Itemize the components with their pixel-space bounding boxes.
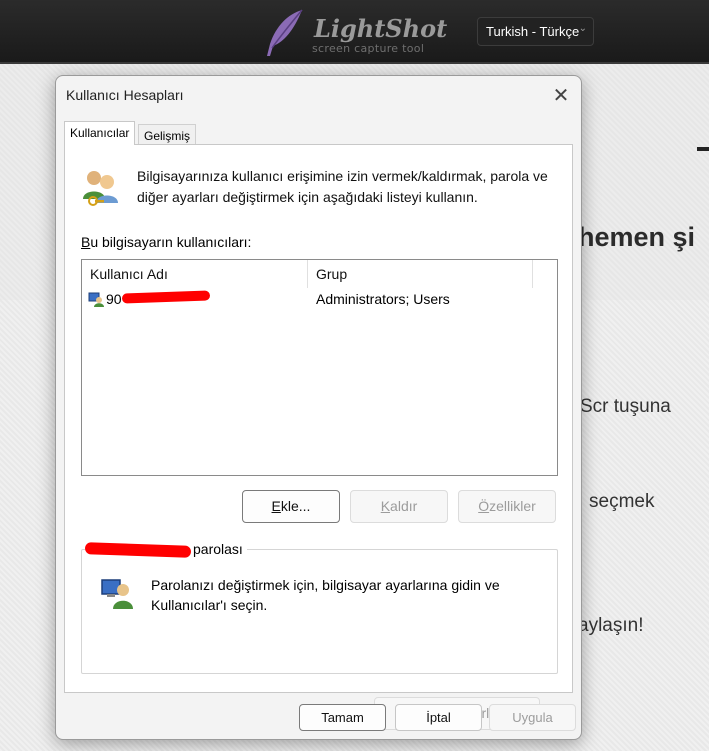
- remove-button-accel: K: [380, 498, 391, 514]
- users-icon: [83, 171, 118, 206]
- cancel-button[interactable]: İptal: [395, 704, 482, 731]
- site-text-fragment: seçmek: [589, 491, 655, 512]
- users-list-label: Bu bilgisayarın kullanıcıları:: [81, 234, 251, 250]
- close-icon[interactable]: ✕: [546, 82, 576, 108]
- user-name: 90: [106, 291, 122, 307]
- users-tab-panel: Bilgisayarınıza kullanıcı erişimine izin…: [64, 144, 573, 730]
- redaction-mark: [121, 290, 211, 304]
- site-text-fragment: Scr tuşuna: [580, 396, 671, 417]
- redaction-mark: [84, 542, 192, 559]
- properties-button-accel: Ö: [478, 498, 490, 514]
- apply-button[interactable]: Uygula: [489, 704, 576, 731]
- column-header-username[interactable]: Kullanıcı Adı: [82, 260, 308, 288]
- user-accounts-dialog: Kullanıcı Hesapları ✕ Kullanıcılar Geliş…: [55, 75, 582, 740]
- users-list[interactable]: Kullanıcı Adı Grup 90 Administrators; Us…: [81, 259, 558, 476]
- password-legend-text: parolası: [193, 541, 243, 557]
- properties-button[interactable]: Özellikler: [458, 490, 556, 523]
- feather-icon: [267, 9, 303, 56]
- chevron-down-icon: ⌄: [578, 23, 587, 34]
- site-header: LightShot screen capture tool Turkish - …: [0, 0, 709, 64]
- remove-user-button[interactable]: Kaldır: [350, 490, 448, 523]
- intro-text: Bilgisayarınıza kullanıcı erişimine izin…: [137, 168, 548, 205]
- user-computer-icon: [101, 579, 133, 609]
- lightshot-logo[interactable]: LightShot screen capture tool: [262, 8, 447, 58]
- user-account-icon: [88, 292, 104, 307]
- table-row[interactable]: 90 Administrators; Users: [82, 288, 557, 310]
- site-text-fragment: aylaşın!: [578, 615, 644, 636]
- tab-advanced[interactable]: Gelişmiş: [138, 124, 197, 146]
- dialog-title: Kullanıcı Hesapları: [66, 87, 184, 103]
- list-label-text: u bilgisayarın kullanıcıları:: [90, 234, 252, 250]
- password-group-legend: parolası: [84, 541, 247, 559]
- user-group: Administrators; Users: [316, 291, 450, 307]
- column-header-group[interactable]: Grup: [308, 260, 533, 288]
- logo-tagline: screen capture tool: [312, 42, 425, 55]
- password-help-text: Parolanızı değiştirmek için, bilgisayar …: [151, 577, 500, 613]
- language-select[interactable]: Turkish - Türkçe ⌄: [477, 17, 594, 46]
- list-label-accel: B: [81, 234, 91, 250]
- add-button-label: kle...: [280, 498, 311, 514]
- tab-users[interactable]: Kullanıcılar: [64, 121, 136, 145]
- logo-name: LightShot: [314, 14, 448, 43]
- add-button-accel: E: [271, 498, 281, 514]
- language-select-value: Turkish - Türkçe: [486, 24, 580, 39]
- properties-button-label: zellikler: [489, 498, 536, 514]
- site-decoration: [697, 147, 709, 151]
- remove-button-label: aldır: [390, 498, 418, 514]
- site-heading-fragment: hemen şi: [578, 222, 696, 252]
- ok-button[interactable]: Tamam: [299, 704, 386, 731]
- add-user-button[interactable]: Ekle...: [242, 490, 340, 523]
